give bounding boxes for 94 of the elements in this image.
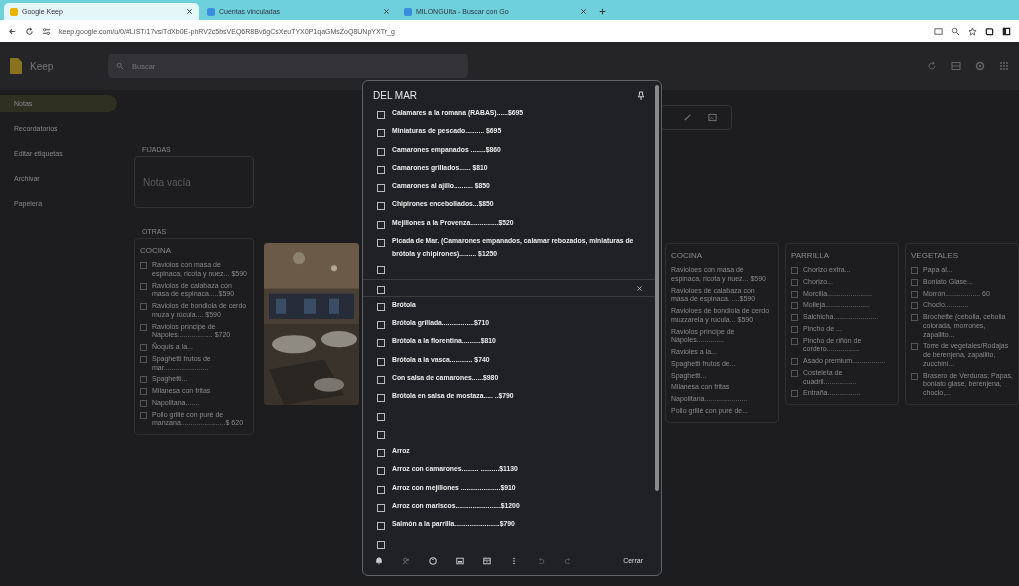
note-title: VEGETALES <box>911 251 959 260</box>
checkbox[interactable] <box>791 302 798 310</box>
checkbox[interactable] <box>377 449 385 458</box>
checkbox[interactable] <box>377 184 385 193</box>
checkbox[interactable] <box>911 302 918 310</box>
checkbox[interactable] <box>140 303 147 310</box>
checkbox[interactable] <box>911 278 918 286</box>
close-icon[interactable] <box>383 8 390 15</box>
install-icon[interactable] <box>934 26 943 36</box>
tab-favicon-icon <box>404 7 412 16</box>
note-card[interactable] <box>785 243 899 405</box>
checkbox[interactable] <box>377 239 385 248</box>
checkbox[interactable] <box>377 129 385 138</box>
note-card[interactable] <box>905 243 1019 405</box>
tab-favicon-icon <box>207 7 215 16</box>
checkbox[interactable] <box>791 267 798 274</box>
checkbox[interactable] <box>791 369 798 377</box>
checkbox[interactable] <box>377 357 385 366</box>
checkbox[interactable] <box>377 540 385 549</box>
checkbox[interactable] <box>377 339 385 348</box>
checkbox[interactable] <box>911 372 918 380</box>
redo-icon[interactable] <box>564 556 572 565</box>
checkbox[interactable] <box>911 290 918 298</box>
scrollbar[interactable] <box>655 85 659 491</box>
checkbox[interactable] <box>377 376 385 384</box>
reminder-icon[interactable] <box>375 556 383 565</box>
checkbox[interactable] <box>140 399 147 407</box>
close-icon[interactable] <box>580 8 587 15</box>
palette-icon[interactable] <box>429 556 437 565</box>
reload-icon[interactable] <box>25 26 34 36</box>
note-title: COCINA <box>140 246 173 255</box>
checkbox[interactable] <box>911 267 918 274</box>
checkbox[interactable] <box>377 430 385 439</box>
search-icon <box>116 62 124 70</box>
checkbox[interactable] <box>377 302 385 311</box>
close-icon[interactable] <box>636 284 643 292</box>
site-info-icon[interactable] <box>42 26 51 36</box>
refresh-icon[interactable] <box>927 61 937 71</box>
checkbox[interactable] <box>377 394 385 403</box>
checkbox[interactable] <box>377 165 385 174</box>
note-text: Nota vacía <box>143 176 191 188</box>
note-card[interactable] <box>134 238 254 435</box>
back-icon[interactable] <box>8 26 17 36</box>
checkbox[interactable] <box>377 147 385 156</box>
checkbox[interactable] <box>377 412 385 421</box>
checkbox[interactable] <box>791 290 798 298</box>
checkbox[interactable] <box>377 485 385 494</box>
checkbox[interactable] <box>140 282 147 290</box>
checkbox[interactable] <box>140 376 147 384</box>
checkbox[interactable] <box>377 522 385 531</box>
more-icon[interactable] <box>510 556 518 565</box>
checkbox[interactable] <box>377 266 385 275</box>
checkbox[interactable] <box>791 337 798 345</box>
checkbox[interactable] <box>377 111 385 119</box>
pencil-icon[interactable] <box>683 113 692 122</box>
undo-icon[interactable] <box>537 556 545 565</box>
app-name: Keep <box>30 60 55 72</box>
image-icon[interactable] <box>456 556 464 565</box>
settings-icon[interactable] <box>975 61 985 71</box>
checkbox[interactable] <box>377 202 385 211</box>
checkbox[interactable] <box>791 390 798 398</box>
checkbox[interactable] <box>140 262 147 269</box>
checkbox[interactable] <box>140 388 147 395</box>
checkbox[interactable] <box>791 358 798 365</box>
checkbox[interactable] <box>791 314 798 321</box>
archive-icon[interactable] <box>483 556 491 565</box>
checkbox[interactable] <box>377 504 385 513</box>
keep-logo-icon <box>10 58 22 74</box>
note-title[interactable]: DEL MAR <box>373 90 418 101</box>
checkbox[interactable] <box>377 220 385 229</box>
new-tab-icon[interactable] <box>599 8 606 15</box>
checkbox[interactable] <box>140 411 147 419</box>
checkbox[interactable] <box>791 278 798 286</box>
pin-icon[interactable] <box>637 90 645 101</box>
list-view-icon[interactable] <box>951 61 961 71</box>
star-icon[interactable] <box>968 26 977 36</box>
note-title: COCINA <box>671 251 704 260</box>
apps-grid-icon[interactable] <box>999 61 1009 71</box>
extension-icon[interactable] <box>985 26 994 36</box>
checkbox[interactable] <box>791 325 798 333</box>
add-person-icon[interactable] <box>402 556 410 565</box>
note-title: PARRILLA <box>791 251 831 260</box>
checkbox[interactable] <box>377 467 385 476</box>
sidebar-panel-icon[interactable] <box>1002 26 1011 36</box>
checkbox[interactable] <box>140 355 147 363</box>
checkbox[interactable] <box>377 285 385 294</box>
checkbox[interactable] <box>911 314 918 321</box>
checkbox[interactable] <box>140 344 147 351</box>
checkbox[interactable] <box>377 321 385 330</box>
zoom-icon[interactable] <box>951 26 960 36</box>
tab-favicon-icon <box>10 7 18 16</box>
checkbox[interactable] <box>140 323 147 331</box>
close-icon[interactable] <box>186 8 193 15</box>
checkbox[interactable] <box>911 343 918 351</box>
